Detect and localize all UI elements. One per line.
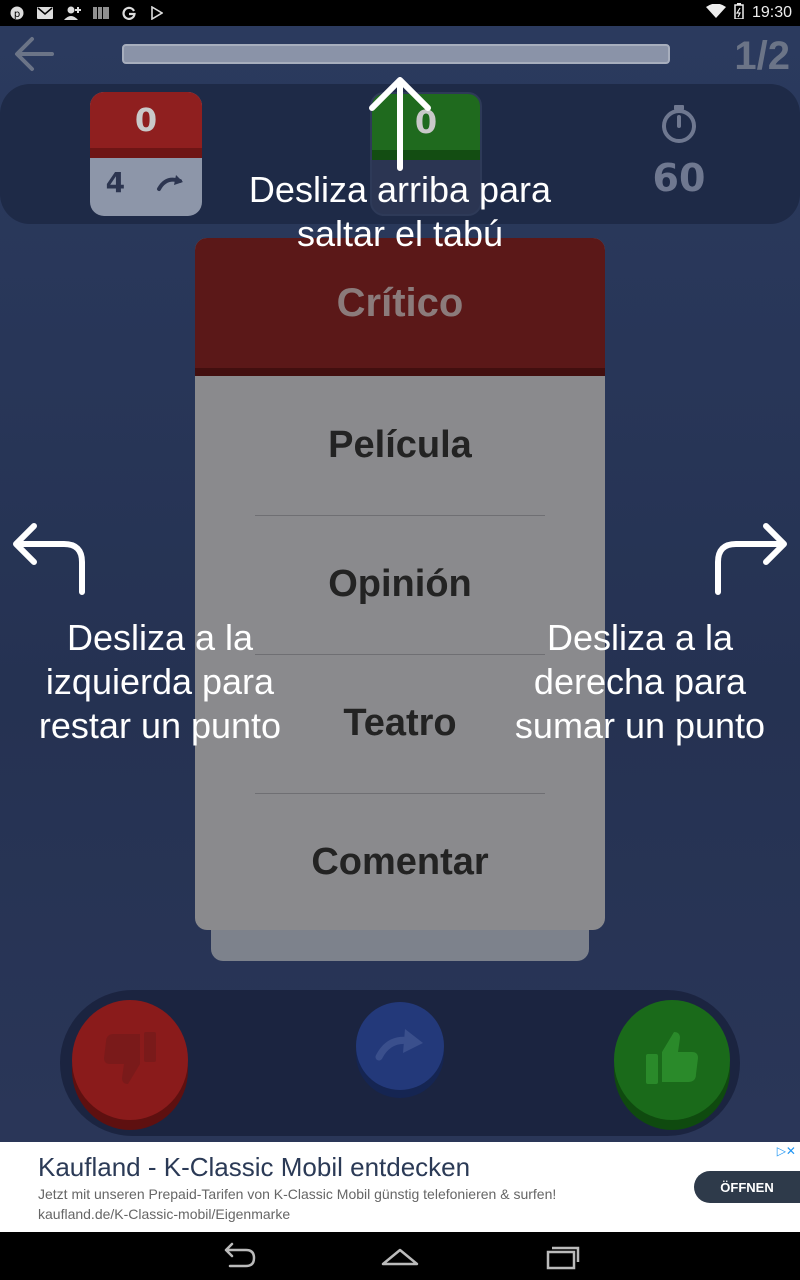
game-screen: 1/2 0 4 0 60 Crítico Película Opinión Te…: [0, 26, 800, 1142]
skip-button[interactable]: [356, 1002, 444, 1090]
timer-value: 60: [652, 156, 706, 200]
svg-text:p: p: [14, 9, 20, 20]
wifi-icon: [705, 3, 726, 23]
clock: 19:30: [751, 4, 792, 21]
barcode-icon: [92, 4, 110, 22]
forbidden-word: Comentar: [195, 793, 605, 930]
swipe-up-hint: Desliza arriba para saltar el tabú: [248, 169, 552, 254]
pinterest-icon: p: [8, 4, 26, 22]
add-person-icon: [64, 4, 82, 22]
back-nav-icon[interactable]: [218, 1242, 258, 1270]
thumbs-up-icon: [640, 1026, 704, 1094]
round-counter: 1/2: [734, 34, 790, 78]
status-bar: p 19:30: [0, 0, 800, 26]
google-icon: [120, 4, 138, 22]
card-title: Crítico: [195, 238, 605, 376]
ad-description: Jetzt mit unseren Prepaid-Tarifen von K-…: [38, 1186, 557, 1222]
timer: 60: [620, 104, 738, 200]
stopwatch-icon: [620, 104, 738, 148]
red-team-score: 0 4: [90, 92, 202, 216]
swipe-left-hint: Desliza a la izquierda para restar un pu…: [38, 617, 282, 746]
action-controls: [60, 990, 740, 1136]
recents-nav-icon[interactable]: [544, 1242, 584, 1270]
ad-banner[interactable]: ▷✕ Kaufland - K-Classic Mobil entdecken …: [0, 1142, 800, 1232]
mail-icon: [36, 4, 54, 22]
swipe-right-hint: Desliza a la derecha para sumar un punto: [514, 617, 766, 746]
swipe-right-arrow-icon: [708, 522, 792, 596]
skip-arrow-icon: [373, 1027, 427, 1065]
navigation-bar: [0, 1232, 800, 1280]
red-team-points: 0: [90, 92, 202, 158]
battery-icon: [734, 2, 744, 24]
play-store-icon: [148, 4, 166, 22]
swipe-left-arrow-icon: [8, 522, 92, 596]
ad-choices-icon[interactable]: ▷✕: [777, 1144, 796, 1158]
skip-icon: [156, 166, 186, 199]
ad-open-button[interactable]: ÖFFNEN: [694, 1171, 800, 1203]
swipe-up-arrow-icon: [366, 72, 434, 172]
back-arrow-icon[interactable]: [12, 36, 54, 72]
taboo-card[interactable]: Crítico Película Opinión Teatro Comentar: [195, 238, 605, 930]
home-nav-icon[interactable]: [380, 1242, 420, 1270]
plus-point-button[interactable]: [614, 1000, 730, 1120]
red-team-skips: 4: [105, 165, 126, 199]
ad-title[interactable]: Kaufland - K-Classic Mobil entdecken: [38, 1152, 470, 1183]
thumbs-down-icon: [98, 1026, 162, 1094]
forbidden-word: Película: [328, 424, 472, 466]
minus-point-button[interactable]: [72, 1000, 188, 1120]
round-progress-bar: [122, 44, 670, 64]
